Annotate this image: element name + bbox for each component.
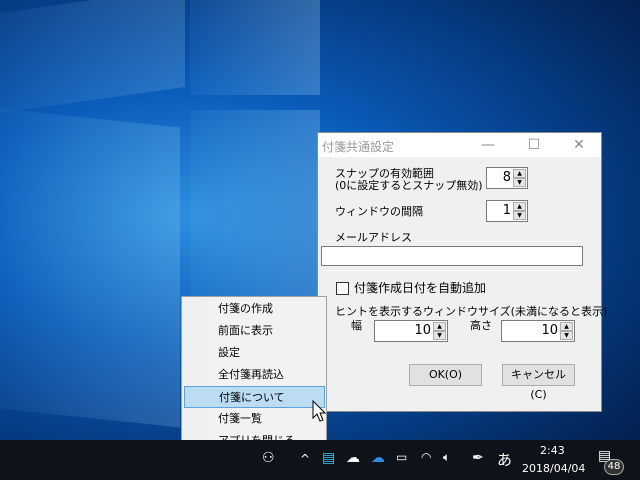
menu-item-bring-front[interactable]: 前面に表示 (184, 320, 325, 342)
clock-time[interactable]: 2:43 (540, 444, 565, 457)
menu-item-list[interactable]: 付箋一覧 (184, 408, 325, 430)
volume-icon[interactable]: 🔈︎ (443, 450, 450, 465)
title-bar[interactable]: 付箋共通設定 — ☐ ✕ (318, 133, 601, 157)
down-arrow-icon[interactable]: ▼ (433, 331, 446, 340)
onedrive-personal-icon[interactable]: ☁ (346, 450, 360, 466)
ime-indicator[interactable]: あ (497, 449, 512, 470)
height-value: 10 (541, 323, 558, 338)
snap-sublabel: (0に設定するとスナップ無効) (335, 179, 483, 192)
snap-value: 8 (502, 170, 511, 185)
minimize-button[interactable]: — (465, 133, 511, 157)
taskbar: ⚇ ^ ▤ ☁ ☁ ▭ ◠ 🔈︎ ✒ あ 2:43 2018/04/04 ▤ 4… (0, 440, 640, 480)
people-icon[interactable]: ⚇ (262, 450, 275, 466)
clock-date[interactable]: 2018/04/04 (522, 462, 585, 475)
wallpaper-pane (0, 0, 185, 114)
gap-stepper[interactable]: 1 ▲ ▼ (486, 200, 528, 222)
up-arrow-icon[interactable]: ▲ (433, 322, 446, 331)
notification-count-badge: 48 (604, 459, 624, 475)
menu-item-create[interactable]: 付箋の作成 (184, 298, 325, 320)
snap-stepper[interactable]: 8 ▲ ▼ (486, 167, 528, 189)
wallpaper-pane (190, 110, 320, 310)
menu-item-label: 付箋一覧 (218, 412, 262, 425)
settings-dialog: 付箋共通設定 — ☐ ✕ スナップの有効範囲 (0に設定するとスナップ無効) 8… (317, 132, 607, 412)
menu-item-about[interactable]: 付箋について (184, 386, 325, 408)
pen-icon[interactable]: ✒ (472, 450, 484, 466)
down-arrow-icon[interactable]: ▼ (560, 331, 573, 340)
up-arrow-icon[interactable]: ▲ (513, 202, 526, 211)
menu-item-label: 前面に表示 (218, 324, 273, 337)
down-arrow-icon[interactable]: ▼ (513, 178, 526, 187)
battery-icon[interactable]: ▭ (396, 450, 407, 464)
ok-button[interactable]: OK(O) (409, 364, 482, 386)
dialog-title: 付箋共通設定 (322, 140, 395, 154)
mouse-cursor-icon (312, 400, 327, 422)
cancel-button[interactable]: キャンセル(C) (502, 364, 575, 401)
height-label: 高さ (470, 319, 492, 332)
up-arrow-icon[interactable]: ▲ (513, 169, 526, 178)
auto-date-label: 付箋作成日付を自動追加 (354, 281, 487, 295)
width-value: 10 (414, 323, 431, 338)
gap-value: 1 (502, 203, 511, 218)
wallpaper-pane (0, 108, 180, 428)
gap-label: ウィンドウの間隔 (335, 205, 423, 218)
maximize-button[interactable]: ☐ (511, 133, 557, 157)
menu-item-settings[interactable]: 設定 (184, 342, 325, 364)
menu-item-label: 全付箋再読込 (218, 368, 284, 381)
menu-item-label: 付箋について (219, 391, 285, 404)
close-button[interactable]: ✕ (556, 133, 602, 157)
sticky-notes-tray-icon[interactable]: ▤ (322, 450, 335, 466)
wifi-icon[interactable]: ◠ (421, 450, 431, 464)
down-arrow-icon[interactable]: ▼ (513, 211, 526, 220)
show-hidden-icons-chevron[interactable]: ^ (300, 452, 310, 466)
mail-input[interactable] (321, 246, 583, 266)
width-label: 幅 (351, 319, 362, 332)
onedrive-business-icon[interactable]: ☁ (371, 450, 385, 466)
mail-label: メールアドレス (335, 231, 412, 244)
width-stepper[interactable]: 10 ▲ ▼ (374, 320, 448, 342)
wallpaper-pane (190, 0, 320, 95)
menu-item-reload-all[interactable]: 全付箋再読込 (184, 364, 325, 386)
menu-item-label: 付箋の作成 (218, 302, 273, 315)
context-menu: 付箋の作成 前面に表示 設定 全付箋再読込 付箋について 付箋一覧 アプリを閉じ… (181, 296, 327, 453)
height-stepper[interactable]: 10 ▲ ▼ (501, 320, 575, 342)
up-arrow-icon[interactable]: ▲ (560, 322, 573, 331)
auto-date-checkbox[interactable] (336, 282, 349, 295)
menu-item-label: 設定 (218, 346, 240, 359)
hint-label: ヒントを表示するウィンドウサイズ(未満になると表示) (335, 305, 608, 318)
